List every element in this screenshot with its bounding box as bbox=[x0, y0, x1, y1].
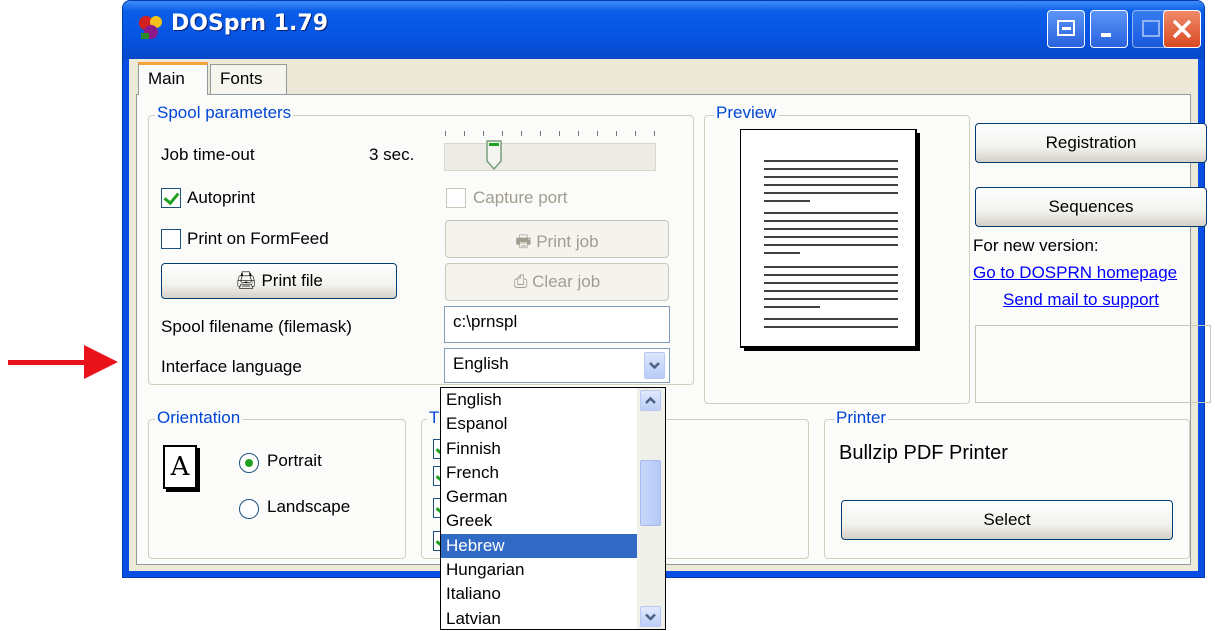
print-file-button[interactable]: 🖨 Print file bbox=[161, 263, 397, 299]
language-option[interactable]: Finnish bbox=[441, 437, 637, 461]
clear-job-button[interactable]: ⎙ Clear job bbox=[445, 263, 669, 301]
tray-icon bbox=[1057, 20, 1075, 36]
scroll-down-button[interactable] bbox=[640, 606, 661, 627]
interface-language-select[interactable]: English bbox=[444, 348, 670, 383]
new-version-text: For new version: bbox=[973, 236, 1099, 255]
print-on-formfeed-checkbox[interactable] bbox=[161, 229, 181, 249]
job-timeout-label: Job time-out bbox=[161, 145, 255, 164]
language-option[interactable]: German bbox=[441, 485, 637, 509]
language-option[interactable]: Espanol bbox=[441, 412, 637, 436]
interface-language-value: English bbox=[453, 354, 509, 373]
spool-parameters-label: Spool parameters bbox=[155, 103, 294, 123]
orientation-group bbox=[148, 419, 406, 559]
printer-icon: 🖶 bbox=[515, 232, 537, 251]
status-box bbox=[975, 325, 1211, 403]
minimize-icon bbox=[1101, 33, 1111, 37]
interface-language-label: Interface language bbox=[161, 357, 302, 376]
scroll-thumb[interactable] bbox=[640, 460, 661, 526]
print-job-button[interactable]: 🖶 Print job bbox=[445, 220, 669, 258]
language-option[interactable]: Latvian bbox=[441, 607, 637, 631]
mail-support-link[interactable]: Send mail to support bbox=[1003, 290, 1159, 310]
page-preview-icon bbox=[740, 129, 920, 351]
minimize-button[interactable] bbox=[1090, 10, 1128, 48]
dropdown-scrollbar[interactable] bbox=[637, 388, 665, 629]
red-arrow-head-icon bbox=[84, 345, 118, 379]
printer-name: Bullzip PDF Printer bbox=[839, 442, 1008, 464]
select-printer-button[interactable]: Select bbox=[841, 500, 1173, 540]
scroll-up-button[interactable] bbox=[640, 390, 661, 411]
portrait-label: Portrait bbox=[267, 451, 322, 470]
autoprint-checkbox[interactable] bbox=[161, 188, 181, 208]
print-on-formfeed-label: Print on FormFeed bbox=[187, 229, 329, 248]
preview-label: Preview bbox=[714, 103, 779, 123]
app-logo-icon bbox=[139, 16, 162, 39]
landscape-label: Landscape bbox=[267, 497, 351, 516]
orientation-page-icon: A bbox=[163, 445, 197, 489]
chevron-up-icon bbox=[645, 396, 656, 404]
slider-ticks bbox=[445, 131, 655, 136]
homepage-link[interactable]: Go to DOSPRN homepage bbox=[973, 263, 1177, 283]
dropdown-arrow[interactable] bbox=[644, 352, 665, 379]
tab-fonts[interactable]: Fonts bbox=[210, 64, 287, 94]
window-title: DOSprn 1.79 bbox=[171, 11, 329, 36]
tab-fonts-label: Fonts bbox=[220, 69, 263, 88]
clear-job-label: Clear job bbox=[532, 272, 601, 291]
autoprint-label: Autoprint bbox=[187, 188, 256, 207]
tab-main-label: Main bbox=[148, 69, 185, 88]
print-file-icon: 🖨 bbox=[235, 271, 262, 290]
job-timeout-value: 3 sec. bbox=[369, 145, 415, 164]
printer-label: Printer bbox=[834, 408, 889, 428]
spool-filename-label: Spool filename (filemask) bbox=[161, 317, 352, 336]
portrait-radio[interactable] bbox=[239, 453, 259, 473]
language-option[interactable]: French bbox=[441, 461, 637, 485]
slider-thumb-icon[interactable] bbox=[485, 139, 503, 171]
spool-filename-input[interactable]: c:\prnspl bbox=[444, 306, 670, 343]
chevron-down-icon bbox=[649, 362, 660, 370]
language-option-selected[interactable]: Hebrew bbox=[441, 533, 637, 559]
language-option[interactable]: Greek bbox=[441, 509, 637, 533]
print-job-label: Print job bbox=[536, 232, 599, 251]
sequences-button[interactable]: Sequences bbox=[975, 187, 1207, 227]
capture-port-checkbox[interactable] bbox=[446, 188, 466, 208]
capture-port-label: Capture port bbox=[473, 188, 568, 207]
tab-main[interactable]: Main bbox=[138, 62, 208, 95]
job-timeout-slider[interactable] bbox=[444, 143, 656, 171]
title-bar[interactable]: DOSprn 1.79 bbox=[123, 1, 1204, 59]
language-option[interactable]: Hungarian bbox=[441, 558, 637, 582]
language-option[interactable]: English bbox=[441, 388, 637, 412]
close-button[interactable] bbox=[1163, 10, 1201, 48]
language-option[interactable]: Italiano bbox=[441, 582, 637, 606]
restore-to-tray-button[interactable] bbox=[1047, 10, 1085, 48]
orientation-label: Orientation bbox=[155, 408, 243, 428]
chevron-down-icon bbox=[645, 613, 656, 621]
language-dropdown-list[interactable]: English Espanol Finnish French German Gr… bbox=[440, 387, 666, 630]
close-icon bbox=[1172, 19, 1192, 39]
language-options: English Espanol Finnish French German Gr… bbox=[441, 388, 637, 631]
print-file-label: Print file bbox=[261, 271, 323, 290]
clear-job-icon: ⎙ bbox=[513, 272, 533, 291]
registration-button[interactable]: Registration bbox=[975, 123, 1207, 163]
landscape-radio[interactable] bbox=[239, 499, 259, 519]
